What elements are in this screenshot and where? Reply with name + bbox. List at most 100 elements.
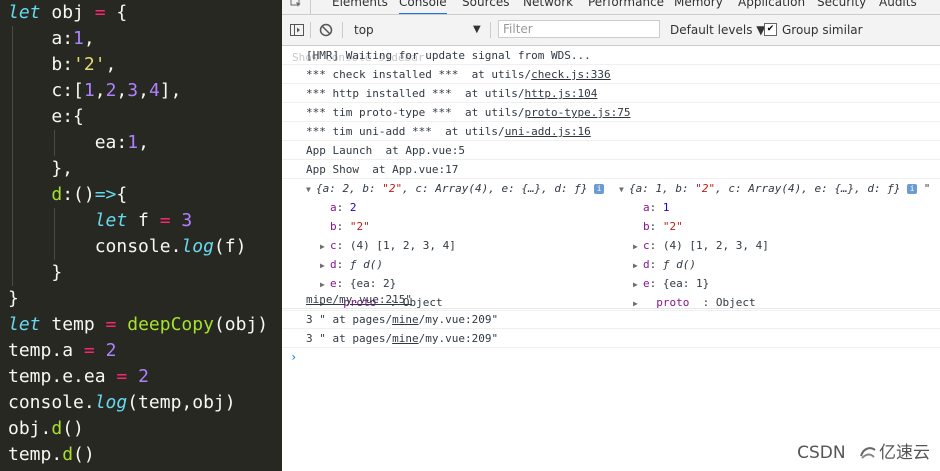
code-token: , — [116, 80, 128, 101]
message-text: 3 " at pages/mine/my.vue:209" — [306, 313, 499, 326]
code-token: f — [127, 210, 160, 231]
object-summary[interactable]: {a: 1, b: "2", c: Array(4), e: {…}, d: ƒ… — [629, 182, 930, 195]
code-token: : — [62, 28, 74, 49]
tab-separator — [310, 0, 311, 14]
log-levels-dropdown[interactable]: Default levels ▼ — [670, 23, 766, 37]
tab-audits[interactable]: Audits — [879, 0, 917, 9]
code-token: a — [62, 340, 84, 361]
code-token: = — [159, 210, 171, 231]
source-link[interactable]: mine — [392, 313, 419, 326]
code-token: b — [8, 54, 63, 75]
code-token: , — [105, 54, 117, 75]
code-line: ea:1, — [8, 130, 149, 156]
collapsed-triangle-icon[interactable]: ▶ — [633, 280, 638, 289]
expanded-triangle-icon[interactable]: ▼ — [619, 185, 624, 194]
code-line: temp.a = 2 — [8, 338, 116, 364]
code-line: }, — [8, 156, 73, 182]
code-token: 2 — [105, 340, 117, 361]
code-token: . — [170, 236, 182, 257]
toolbar-separator — [490, 22, 491, 38]
code-token: ea — [83, 366, 117, 387]
console-message: *** http installed *** at utils/http.js:… — [282, 84, 940, 103]
code-token: log — [94, 392, 128, 413]
collapsed-triangle-icon[interactable]: ▶ — [633, 242, 638, 251]
code-token: . — [51, 366, 63, 387]
info-icon[interactable]: i — [907, 184, 918, 194]
prop-d[interactable]: d: ƒ d() — [643, 258, 696, 271]
source-link[interactable]: proto-type.js:75 — [525, 106, 631, 119]
code-line: b:'2', — [8, 52, 116, 78]
code-line: temp.d() — [8, 442, 95, 468]
devtools-panel: Elements Console Sources Network Perform… — [282, 0, 940, 471]
prop-e[interactable]: e: {ea: 2} — [330, 277, 396, 290]
tab-elements[interactable]: Elements — [332, 0, 388, 9]
info-icon[interactable]: i — [594, 184, 605, 194]
code-token: (obj) — [213, 314, 269, 335]
code-token: obj — [8, 418, 41, 439]
code-token: }, — [8, 158, 74, 179]
collapsed-triangle-icon[interactable]: ▶ — [320, 280, 325, 289]
code-token: let — [94, 210, 128, 231]
collapsed-triangle-icon[interactable]: ▶ — [320, 242, 325, 251]
brand-logo-icon — [860, 447, 876, 459]
tab-security[interactable]: Security — [817, 0, 866, 9]
clear-console-icon[interactable] — [318, 22, 334, 38]
code-line: d:()=>{ — [8, 182, 127, 208]
code-token: console — [8, 236, 171, 257]
code-token: let — [8, 314, 41, 335]
code-line: let obj = { — [8, 0, 127, 26]
object-summary[interactable]: {a: 2, b: "2", c: Array(4), e: {…}, d: ƒ… — [316, 182, 605, 195]
source-link[interactable]: check.js:336 — [531, 68, 610, 81]
console-message: *** check installed *** at utils/check.j… — [282, 65, 940, 84]
code-token: . — [51, 340, 63, 361]
group-similar-checkbox[interactable]: ✔ — [764, 23, 777, 36]
code-line: console.log(temp,obj) — [8, 390, 236, 416]
code-token: e — [8, 106, 63, 127]
code-token: . — [40, 418, 52, 439]
collapsed-triangle-icon[interactable]: ▶ — [633, 261, 638, 270]
chevron-down-icon[interactable]: ▼ — [473, 24, 481, 35]
code-token: :[ — [62, 80, 84, 101]
tab-network[interactable]: Network — [523, 0, 573, 9]
console-message: 3 " at pages/mine/my.vue:209" — [282, 329, 940, 348]
context-selector[interactable]: top — [354, 23, 374, 37]
source-link[interactable]: http.js:104 — [525, 87, 598, 100]
prop-c[interactable]: c: (4) [1, 2, 3, 4] — [330, 239, 456, 252]
source-link[interactable]: mine/my.vue:215" — [306, 293, 412, 306]
collapsed-triangle-icon[interactable]: ▶ — [320, 261, 325, 270]
prop-e[interactable]: e: {ea: 1} — [643, 277, 709, 290]
code-token: 1 — [127, 132, 139, 153]
code-token: . — [51, 444, 63, 465]
code-token: d — [62, 444, 74, 465]
code-line: } — [8, 286, 19, 312]
expanded-triangle-icon[interactable]: ▼ — [306, 185, 311, 194]
source-link[interactable]: mine — [392, 332, 419, 345]
code-token: = — [116, 366, 128, 387]
code-token: '2' — [73, 54, 106, 75]
prop-c[interactable]: c: (4) [1, 2, 3, 4] — [643, 239, 769, 252]
console-message: mine/my.vue:215" — [282, 290, 940, 309]
code-line: obj.d() — [8, 416, 84, 442]
show-sidebar-icon[interactable] — [289, 22, 305, 38]
console-output: Show console sidebar [HMR] Waiting for u… — [282, 46, 940, 471]
source-link[interactable]: uni-add.js:16 — [505, 125, 591, 138]
inspect-element-icon[interactable] — [290, 0, 302, 8]
tab-performance[interactable]: Performance — [588, 0, 664, 9]
prop-a: a: 1 — [643, 201, 670, 214]
tab-memory[interactable]: Memory — [674, 0, 723, 9]
code-token: temp — [8, 366, 52, 387]
tab-console[interactable]: Console — [399, 0, 447, 14]
console-prompt[interactable]: › — [290, 350, 297, 364]
tab-sources[interactable]: Sources — [462, 0, 509, 9]
tab-application[interactable]: Application — [738, 0, 805, 9]
code-token: = — [105, 314, 117, 335]
code-token: 2 — [138, 366, 149, 387]
code-editor[interactable]: let obj = { a:1, b:'2', c:[1,2,3,4], e:{… — [0, 0, 282, 471]
filter-input[interactable]: Filter — [498, 20, 660, 38]
prop-d[interactable]: d: ƒ d() — [330, 258, 383, 271]
console-message: Show console sidebar [HMR] Waiting for u… — [282, 46, 940, 65]
code-token: 3 — [127, 80, 139, 101]
